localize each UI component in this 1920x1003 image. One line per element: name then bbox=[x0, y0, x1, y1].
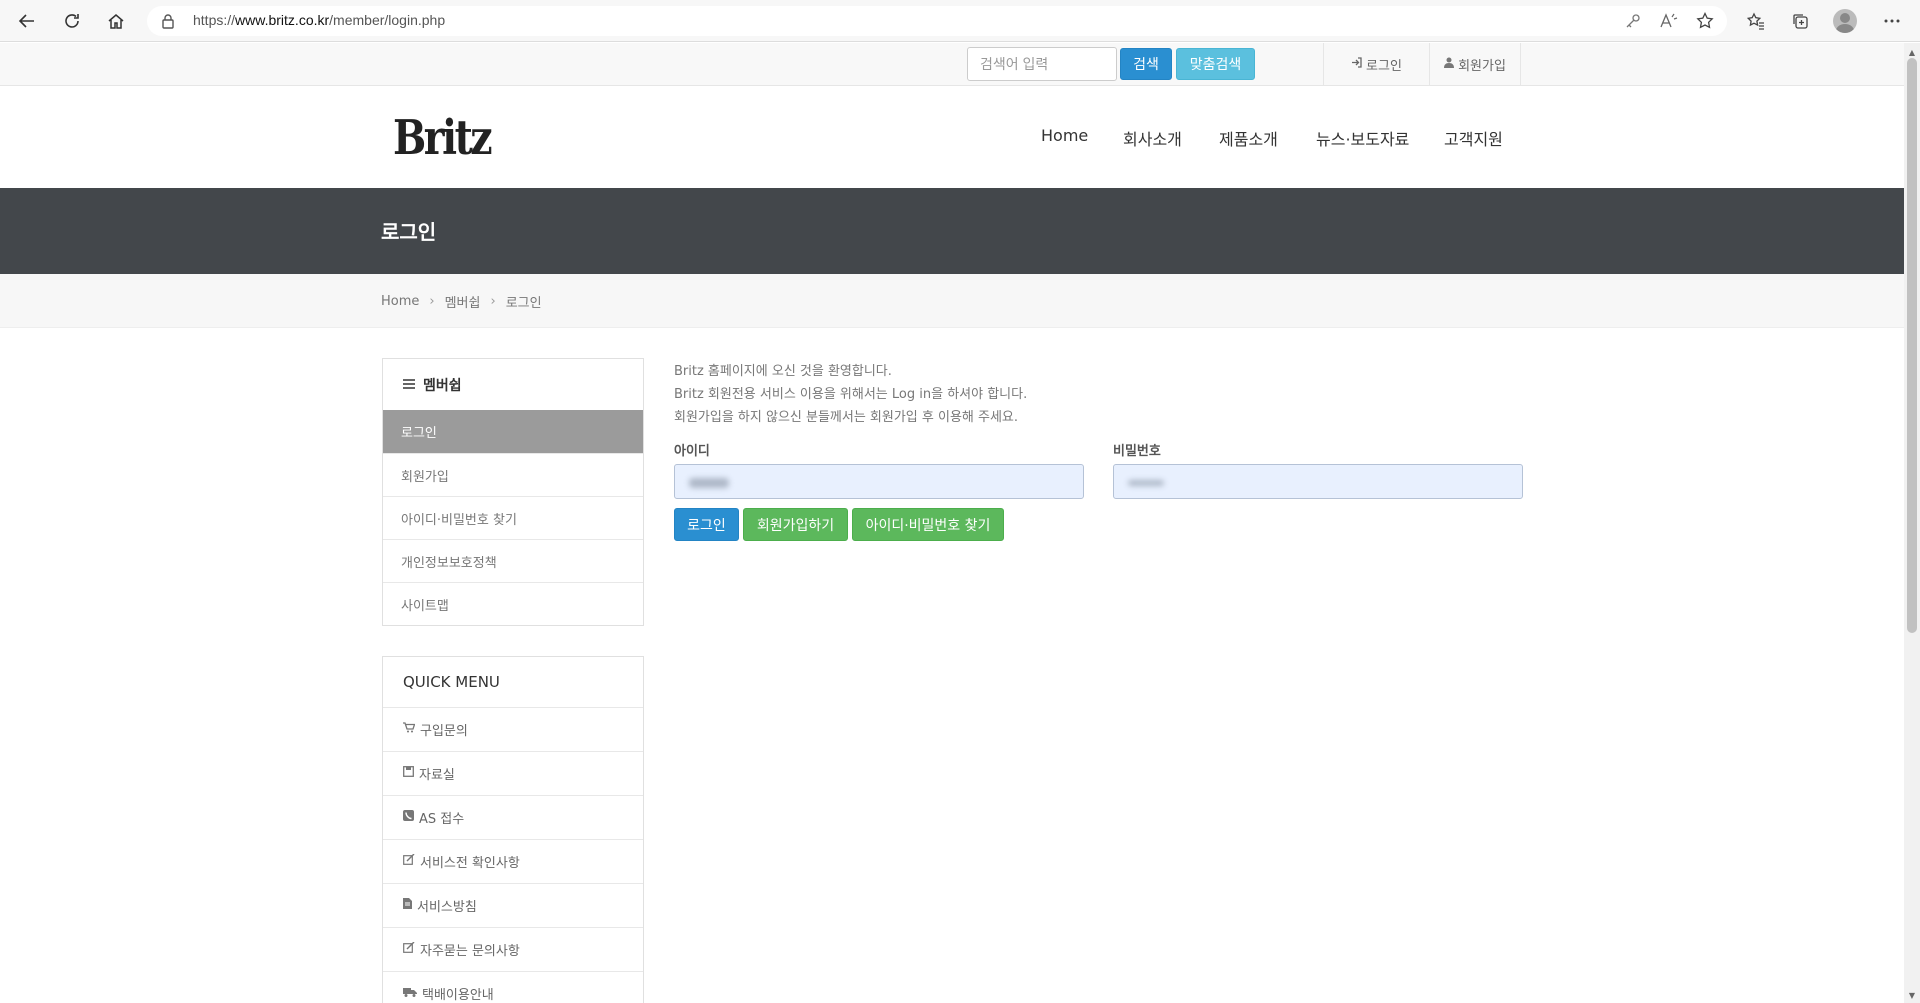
user-icon bbox=[1444, 57, 1455, 72]
signup-link[interactable]: 회원가입 bbox=[1429, 43, 1521, 86]
intro-line: 회원가입을 하지 않으신 분들께서는 회원가입 후 이용해 주세요. bbox=[674, 410, 1019, 425]
quick-item-archive[interactable]: 자료실 bbox=[383, 751, 643, 795]
signup-button[interactable]: 회원가입하기 bbox=[743, 508, 848, 541]
read-aloud-icon[interactable] bbox=[1658, 10, 1680, 32]
password-input[interactable] bbox=[1113, 464, 1523, 499]
home-icon[interactable] bbox=[103, 8, 129, 34]
quick-item-label: 자료실 bbox=[419, 768, 455, 783]
menu-icon bbox=[403, 377, 415, 393]
favorites-icon[interactable] bbox=[1745, 10, 1767, 32]
url-text: https://www.britz.co.kr/member/login.php bbox=[193, 12, 446, 28]
login-link-label: 로그인 bbox=[1366, 59, 1402, 74]
refresh-icon[interactable] bbox=[59, 8, 85, 34]
blurred-value bbox=[689, 478, 729, 488]
quick-item-purchase[interactable]: 구입문의 bbox=[383, 707, 643, 751]
intro-line: Britz 홈페이지에 오신 것을 환영합니다. bbox=[674, 364, 892, 379]
blurred-value bbox=[1128, 480, 1164, 486]
quick-item-pre-service[interactable]: 서비스전 확인사항 bbox=[383, 839, 643, 883]
quick-item-label: 서비스전 확인사항 bbox=[420, 856, 520, 871]
nav-company[interactable]: 회사소개 bbox=[1123, 126, 1182, 150]
nav-news[interactable]: 뉴스·보도자료 bbox=[1316, 126, 1409, 150]
breadcrumb-bar: Home › 멤버쉽 › 로그인 bbox=[0, 274, 1904, 328]
utility-bar: 검색 맞춤검색 로그인 회원가입 bbox=[0, 43, 1904, 86]
quick-item-label: 자주묻는 문의사항 bbox=[420, 944, 520, 959]
save-icon bbox=[403, 766, 414, 781]
page-title-banner: 로그인 bbox=[0, 188, 1904, 274]
nav-home[interactable]: Home bbox=[1041, 126, 1088, 145]
quick-item-as[interactable]: AS 접수 bbox=[383, 795, 643, 839]
browser-toolbar: https://www.britz.co.kr/member/login.php bbox=[0, 0, 1920, 42]
nav-products[interactable]: 제품소개 bbox=[1219, 126, 1278, 150]
britz-logo[interactable]: Britz bbox=[393, 110, 493, 166]
custom-search-button[interactable]: 맞춤검색 bbox=[1176, 48, 1255, 80]
sidebar-item-find-account[interactable]: 아이디·비밀번호 찾기 bbox=[383, 496, 643, 539]
find-account-button[interactable]: 아이디·비밀번호 찾기 bbox=[852, 508, 1004, 541]
id-input[interactable] bbox=[674, 464, 1084, 499]
edit-icon bbox=[403, 941, 415, 957]
login-button[interactable]: 로그인 bbox=[674, 508, 739, 541]
id-label: 아이디 bbox=[674, 444, 710, 459]
sidebar-item-signup[interactable]: 회원가입 bbox=[383, 453, 643, 496]
scroll-up-icon[interactable]: ▲ bbox=[1907, 47, 1917, 57]
key-icon[interactable] bbox=[1622, 10, 1644, 32]
membership-sidebar: 멤버쉽 로그인 회원가입 아이디·비밀번호 찾기 개인정보보호정책 사이트맵 bbox=[382, 358, 644, 626]
more-icon[interactable] bbox=[1881, 10, 1903, 32]
scrollbar-thumb[interactable] bbox=[1907, 58, 1917, 633]
quick-item-label: 구입문의 bbox=[420, 724, 468, 739]
lock-icon bbox=[161, 13, 175, 33]
breadcrumb-membership[interactable]: 멤버쉽 bbox=[445, 292, 481, 311]
sidebar-header: 멤버쉽 bbox=[383, 359, 643, 410]
password-label: 비밀번호 bbox=[1113, 444, 1161, 459]
address-bar[interactable]: https://www.britz.co.kr/member/login.php bbox=[147, 6, 1727, 36]
collections-icon[interactable] bbox=[1789, 10, 1811, 32]
sign-in-icon bbox=[1351, 57, 1362, 72]
nav-support[interactable]: 고객지원 bbox=[1444, 126, 1503, 150]
quick-menu: QUICK MENU 구입문의 자료실 AS 접수 서비스전 확인사항 서비스방… bbox=[382, 656, 644, 1003]
quick-item-delivery[interactable]: 택배이용안내 bbox=[383, 971, 643, 1003]
quick-item-label: 택배이용안내 bbox=[422, 988, 494, 1003]
favorite-add-icon[interactable] bbox=[1694, 10, 1716, 32]
truck-icon bbox=[403, 986, 417, 1001]
page-title: 로그인 bbox=[381, 220, 437, 244]
file-icon bbox=[403, 898, 412, 913]
signup-link-label: 회원가입 bbox=[1458, 59, 1506, 74]
sidebar-title: 멤버쉽 bbox=[423, 377, 462, 394]
search-input[interactable] bbox=[967, 47, 1117, 81]
back-icon[interactable] bbox=[14, 8, 40, 34]
cart-icon bbox=[403, 722, 416, 737]
breadcrumb-current: 로그인 bbox=[505, 296, 542, 311]
quick-menu-title: QUICK MENU bbox=[403, 673, 500, 691]
edit-icon bbox=[403, 853, 415, 869]
sidebar-item-sitemap[interactable]: 사이트맵 bbox=[383, 582, 643, 625]
breadcrumb-home[interactable]: Home bbox=[381, 294, 419, 309]
phone-icon bbox=[403, 810, 414, 825]
site-header: Britz Home 회사소개 제품소개 뉴스·보도자료 고객지원 bbox=[0, 86, 1904, 188]
quick-item-label: AS 접수 bbox=[419, 812, 465, 827]
intro-line: Britz 회원전용 서비스 이용을 위해서는 Log in을 하셔야 합니다. bbox=[674, 387, 1028, 402]
quick-item-label: 서비스방침 bbox=[417, 900, 477, 915]
search-button[interactable]: 검색 bbox=[1120, 48, 1172, 80]
quick-item-policy[interactable]: 서비스방침 bbox=[383, 883, 643, 927]
scroll-down-icon[interactable]: ▼ bbox=[1907, 990, 1917, 1000]
profile-avatar[interactable] bbox=[1833, 9, 1857, 33]
sidebar-item-login[interactable]: 로그인 bbox=[383, 410, 643, 453]
chevron-right-icon: › bbox=[429, 294, 435, 309]
quick-item-faq[interactable]: 자주묻는 문의사항 bbox=[383, 927, 643, 971]
login-link[interactable]: 로그인 bbox=[1323, 43, 1429, 86]
chevron-right-icon: › bbox=[490, 294, 496, 309]
breadcrumb: Home › 멤버쉽 › 로그인 bbox=[381, 292, 542, 311]
welcome-message: Britz 홈페이지에 오신 것을 환영합니다. Britz 회원전용 서비스 … bbox=[674, 360, 1027, 429]
sidebar-item-privacy[interactable]: 개인정보보호정책 bbox=[383, 539, 643, 582]
